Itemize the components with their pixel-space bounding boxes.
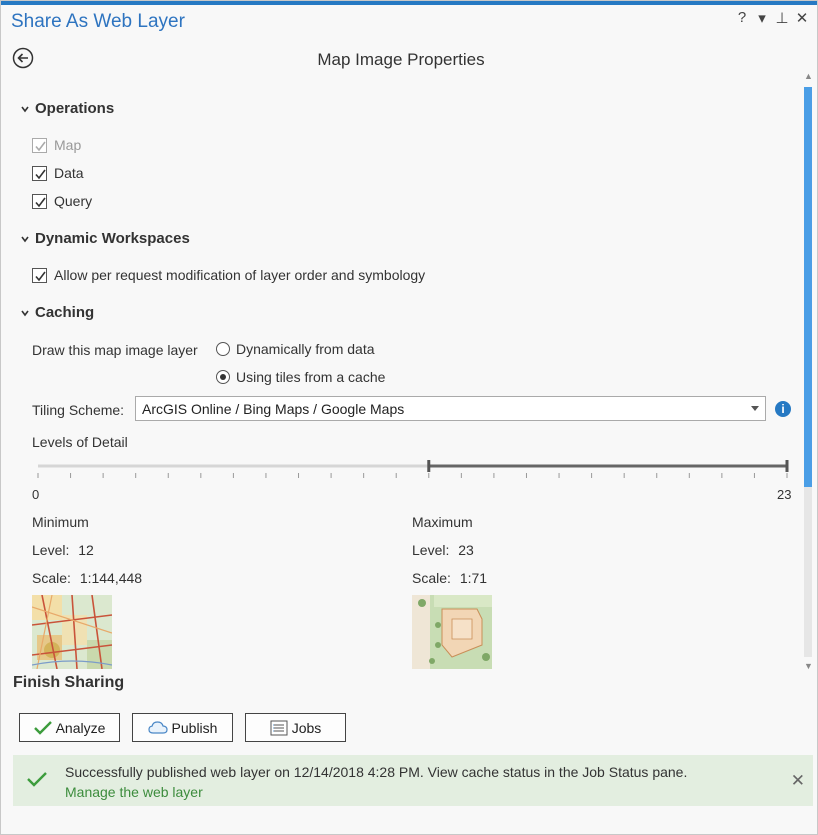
radio-dynamic[interactable]	[216, 342, 230, 356]
check-icon	[35, 271, 46, 281]
analyze-button[interactable]: Analyze	[19, 713, 120, 742]
publish-button-label: Publish	[171, 719, 218, 736]
cloud-icon	[147, 720, 168, 734]
success-check-icon	[27, 772, 47, 787]
radio-cache[interactable]	[216, 370, 230, 384]
caching-heading: Caching	[35, 304, 95, 321]
query-checkbox-label: Query	[54, 193, 93, 209]
minimum-scale-value: 1:144,448	[79, 570, 143, 586]
slider-min-label: 0	[32, 487, 40, 502]
minimum-scale-label: Scale:	[32, 570, 71, 586]
tiling-scheme-value: ArcGIS Online / Bing Maps / Google Maps	[142, 401, 405, 417]
levels-of-detail-slider[interactable]	[36, 456, 791, 486]
menu-dropdown-icon[interactable]: ▾	[755, 9, 769, 27]
draw-layer-label: Draw this map image layer	[32, 342, 198, 358]
analyze-button-label: Analyze	[55, 719, 106, 736]
vertical-scrollbar[interactable]: ▲ ▼	[801, 71, 815, 671]
dynamic-workspaces-heading: Dynamic Workspaces	[35, 230, 190, 247]
publish-button[interactable]: Publish	[132, 713, 233, 742]
chevron-down-icon	[21, 310, 29, 316]
map-checkbox-row: Map	[32, 137, 81, 153]
manage-web-layer-link[interactable]: Manage the web layer	[65, 784, 203, 800]
page-title: Map Image Properties	[317, 50, 485, 69]
minimum-heading: Minimum	[32, 514, 89, 530]
minimum-level-label: Level:	[32, 542, 70, 558]
window-controls: ? ▾ ⊥ ✕	[735, 9, 809, 27]
scroll-down-icon[interactable]: ▼	[804, 661, 813, 671]
map-checkbox-label: Map	[54, 137, 82, 153]
maximum-level-label: Level:	[412, 542, 450, 558]
scroll-thumb[interactable]	[804, 87, 812, 487]
minimum-level-row: Level: 12	[32, 542, 94, 558]
dismiss-status-icon[interactable]: ✕	[791, 771, 805, 791]
info-icon[interactable]: i	[775, 401, 791, 417]
dynamic-workspaces-section-header[interactable]: Dynamic Workspaces	[21, 230, 190, 247]
status-message: Successfully published web layer on 12/1…	[65, 764, 688, 780]
radio-dynamic-row[interactable]: Dynamically from data	[216, 341, 375, 357]
tiling-scheme-select[interactable]: ArcGIS Online / Bing Maps / Google Maps	[135, 396, 766, 421]
minimum-scale-row: Scale: 1:144,448	[32, 570, 142, 586]
maximum-map-preview	[412, 595, 492, 669]
allow-modification-label: Allow per request modification of layer …	[54, 267, 426, 283]
jobs-button[interactable]: Jobs	[245, 713, 346, 742]
maximum-heading: Maximum	[412, 514, 473, 530]
dropdown-caret-icon	[751, 406, 759, 411]
pane-accent-bar	[1, 1, 817, 5]
slider-min-handle[interactable]	[427, 460, 431, 472]
map-checkbox	[32, 137, 47, 153]
job-list-icon	[270, 720, 288, 735]
check-icon	[35, 141, 46, 151]
radio-cache-row[interactable]: Using tiles from a cache	[216, 369, 385, 385]
tiling-scheme-label: Tiling Scheme:	[32, 402, 125, 418]
check-icon	[33, 720, 52, 735]
query-checkbox-row[interactable]: Query	[32, 193, 92, 209]
share-as-web-layer-pane: Share As Web Layer ? ▾ ⊥ ✕ Map Image Pro…	[0, 0, 818, 835]
pane-title: Share As Web Layer	[11, 11, 185, 32]
data-checkbox[interactable]	[32, 165, 47, 181]
allow-modification-checkbox-row[interactable]: Allow per request modification of layer …	[32, 267, 425, 283]
maximum-scale-label: Scale:	[412, 570, 451, 586]
status-message-bar: Successfully published web layer on 12/1…	[13, 755, 813, 806]
jobs-button-label: Jobs	[291, 719, 322, 736]
pin-icon[interactable]: ⊥	[775, 9, 789, 27]
minimum-level-value: 12	[78, 542, 94, 558]
data-checkbox-label: Data	[54, 165, 84, 181]
radio-dynamic-label: Dynamically from data	[236, 341, 375, 357]
chevron-down-icon	[21, 106, 29, 112]
finish-sharing-heading: Finish Sharing	[13, 674, 125, 691]
levels-of-detail-label: Levels of Detail	[32, 434, 128, 450]
chevron-down-icon	[21, 236, 29, 242]
caching-section-header[interactable]: Caching	[21, 304, 94, 321]
data-checkbox-row[interactable]: Data	[32, 165, 84, 181]
slider-max-handle[interactable]	[785, 460, 789, 472]
scroll-up-icon[interactable]: ▲	[804, 71, 813, 81]
slider-max-label: 23	[777, 487, 792, 502]
maximum-scale-row: Scale: 1:71	[412, 570, 487, 586]
help-icon[interactable]: ?	[735, 9, 749, 27]
operations-heading: Operations	[35, 100, 115, 117]
query-checkbox[interactable]	[32, 193, 47, 209]
operations-section-header[interactable]: Operations	[21, 100, 114, 117]
close-icon[interactable]: ✕	[795, 9, 809, 27]
maximum-scale-value: 1:71	[459, 570, 488, 586]
check-icon	[35, 169, 46, 179]
check-icon	[35, 197, 46, 207]
radio-cache-label: Using tiles from a cache	[236, 369, 386, 385]
minimum-map-preview	[32, 595, 112, 669]
allow-modification-checkbox[interactable]	[32, 267, 47, 283]
maximum-level-row: Level: 23	[412, 542, 474, 558]
maximum-level-value: 23	[458, 542, 474, 558]
